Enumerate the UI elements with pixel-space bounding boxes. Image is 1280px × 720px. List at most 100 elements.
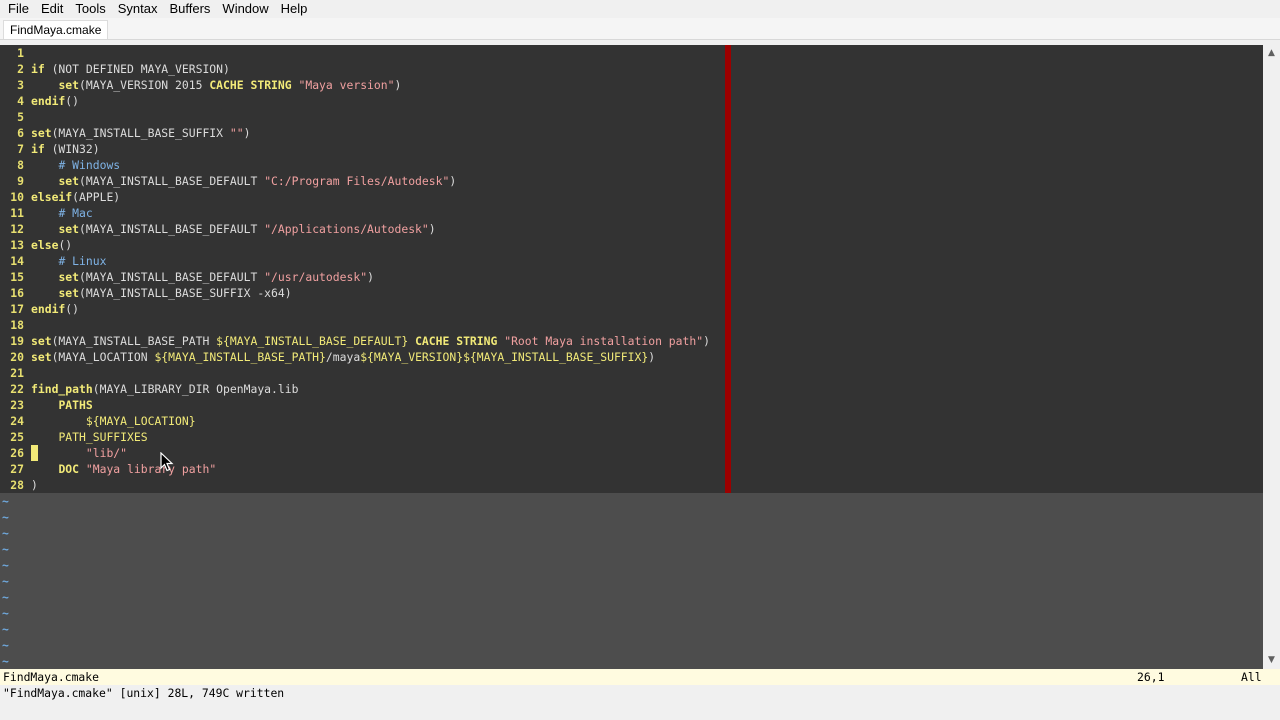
menu-buffers[interactable]: Buffers [163,1,216,17]
code-line[interactable]: 18 [0,317,24,333]
code-line[interactable]: 5 [0,109,24,125]
token-str: "/usr/autodesk" [264,270,368,284]
tilde-marker: ~ [2,574,9,588]
line-number: 12 [10,222,24,236]
line-text: set(MAYA_INSTALL_BASE_DEFAULT "/Applicat… [31,221,435,237]
line-number: 25 [10,430,24,444]
line-text: set(MAYA_INSTALL_BASE_SUFFIX "") [31,125,250,141]
token-kw: set [58,174,80,188]
code-line[interactable]: 17 endif() [0,301,79,317]
line-number: 28 [10,478,24,492]
token-kw: elseif [31,190,73,204]
menu-tools[interactable]: Tools [69,1,111,17]
token-kw: endif [31,94,66,108]
tab-findmaya-cmake[interactable]: FindMaya.cmake [3,20,109,39]
line-number: 10 [10,190,24,204]
menu-window[interactable]: Window [216,1,274,17]
code-line[interactable]: 1 [0,45,24,61]
tilde-marker: ~ [2,606,9,620]
line-number: 24 [10,414,24,428]
token-txt: /maya [325,350,361,364]
token-cmt: # Windows [58,158,121,172]
code-line[interactable]: 8 # Windows [0,157,120,173]
line-number: 2 [17,62,24,76]
line-text: else() [31,237,72,253]
line-number: 14 [10,254,24,268]
code-line[interactable]: 16 set(MAYA_INSTALL_BASE_SUFFIX -x64) [0,285,291,301]
code-line[interactable]: 24 ${MAYA_LOCATION} [0,413,195,429]
code-line[interactable]: 10 elseif(APPLE) [0,189,120,205]
menu-help[interactable]: Help [275,1,314,17]
menu-edit[interactable]: Edit [35,1,69,17]
code-line[interactable]: 12 set(MAYA_INSTALL_BASE_DEFAULT "/Appli… [0,221,435,237]
line-text: endif() [31,301,79,317]
chevron-down-icon[interactable]: ▼ [1263,652,1280,669]
token-kw: find_path [31,382,93,396]
token-txt: (WIN32) [44,142,100,156]
token-txt: (MAYA_LOCATION [51,350,155,364]
token-var: PATH_SUFFIXES [58,430,148,444]
line-number: 13 [10,238,24,252]
chevron-up-icon[interactable]: ▲ [1263,45,1280,62]
token-txt: () [65,302,80,316]
menu-syntax[interactable]: Syntax [112,1,164,17]
command-line[interactable]: "FindMaya.cmake" [unix] 28L, 749C writte… [0,685,1280,701]
code-line[interactable]: 22 find_path(MAYA_LIBRARY_DIR OpenMaya.li… [0,381,298,397]
color-column [725,45,731,493]
token-kw: set [58,78,80,92]
tilde-marker: ~ [2,590,9,604]
code-line[interactable]: 27 DOC "Maya library path" [0,461,216,477]
code-line[interactable]: 23 PATHS [0,397,92,413]
token-str: "lib/" [85,446,128,460]
code-line[interactable]: 14 # Linux [0,253,106,269]
code-line[interactable]: 21 [0,365,24,381]
tilde-marker: ~ [2,558,9,572]
token-txt: (MAYA_INSTALL_BASE_SUFFIX -x64) [79,286,292,300]
token-txt: ) [703,334,710,348]
mouse-pointer-icon [160,452,174,472]
code-line[interactable]: 25 PATH_SUFFIXES [0,429,147,445]
token-var: ${MAYA_VERSION}${MAYA_INSTALL_BASE_SUFFI… [360,350,649,364]
code-line[interactable]: 13 else() [0,237,72,253]
code-line[interactable]: 9 set(MAYA_INSTALL_BASE_DEFAULT "C:/Prog… [0,173,456,189]
code-line[interactable]: 6 set(MAYA_INSTALL_BASE_SUFFIX "") [0,125,250,141]
editor-pane[interactable]: 1 2 if (NOT DEFINED MAYA_VERSION) 3 set(MAY… [0,45,1263,669]
code-line[interactable]: 11 # Mac [0,205,92,221]
tilde-marker: ~ [2,526,9,540]
code-line[interactable]: 3 set(MAYA_VERSION 2015 CACHE STRING "Ma… [0,77,401,93]
token-kw: DOC [58,462,80,476]
line-number: 3 [17,78,24,92]
tilde-marker: ~ [2,638,9,652]
tab-bar: FindMaya.cmake [0,18,1280,40]
token-txt: ) [394,78,402,92]
token-kw: set [58,222,80,236]
code-line[interactable]: 15 set(MAYA_INSTALL_BASE_DEFAULT "/usr/a… [0,269,374,285]
scroll-indicator: All [1241,670,1262,684]
token-str: "Maya version" [298,78,395,92]
code-line[interactable]: 19 set(MAYA_INSTALL_BASE_PATH ${MAYA_INST… [0,333,710,349]
line-number: 18 [10,318,24,332]
token-kw: CACHE STRING [209,78,292,92]
line-number: 23 [10,398,24,412]
tilde-marker: ~ [2,494,9,508]
code-line[interactable]: 2 if (NOT DEFINED MAYA_VERSION) [0,61,230,77]
line-text: set(MAYA_VERSION 2015 CACHE STRING "Maya… [31,77,401,93]
line-text: # Linux [31,253,106,269]
token-txt: () [58,238,73,252]
code-line[interactable]: 4 endif() [0,93,79,109]
token-kw: set [31,350,52,364]
line-text: set(MAYA_LOCATION ${MAYA_INSTALL_BASE_PA… [31,349,655,365]
menu-bar: File Edit Tools Syntax Buffers Window Help [0,0,1280,18]
code-line[interactable]: 26 "lib/" [0,445,127,461]
vertical-scrollbar[interactable]: ▲ ▼ [1263,45,1280,669]
code-line[interactable]: 7 if (WIN32) [0,141,99,157]
code-line[interactable]: 20 set(MAYA_LOCATION ${MAYA_INSTALL_BASE_… [0,349,655,365]
code-line[interactable]: 28) [0,477,38,493]
line-number: 27 [10,462,24,476]
line-number: 16 [10,286,24,300]
menu-file[interactable]: File [2,1,35,17]
